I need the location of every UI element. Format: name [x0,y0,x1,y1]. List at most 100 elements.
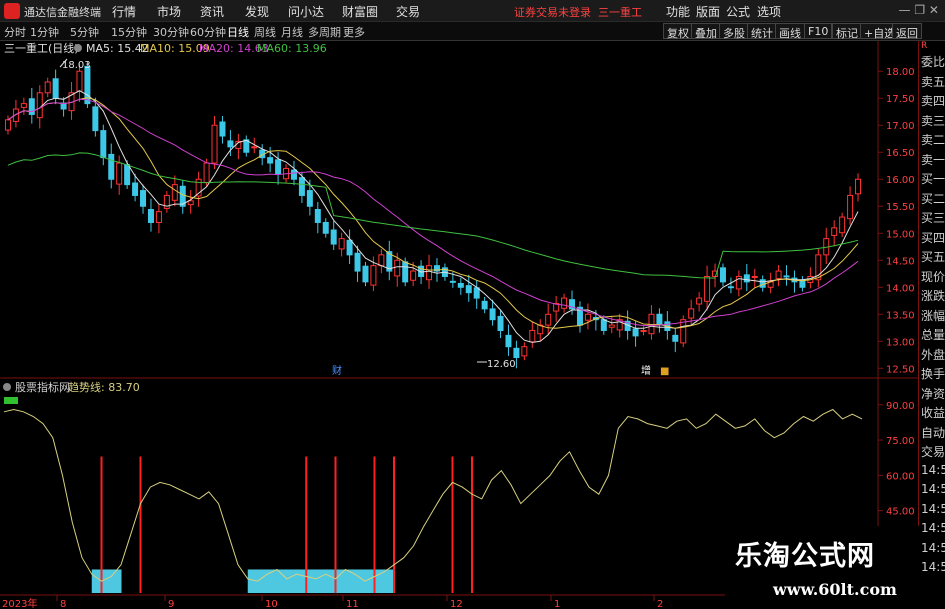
indicator-tick-label: 90.00 [886,401,915,412]
candle-body [124,164,131,186]
quote-item: 换手 [921,367,945,381]
indicator-fill-segment [306,569,317,593]
candle-body [600,319,607,331]
price-tick-label: 13.50 [886,310,915,321]
candle-body [211,124,218,164]
quote-item: 买三 [921,211,945,225]
period-60min[interactable]: 60分钟 [190,24,226,40]
candle-body [751,275,758,278]
btn-fuquan[interactable]: 复权 [663,23,693,40]
period-more[interactable]: 更多 [343,24,365,40]
btn-fanhui[interactable]: 返回 [892,23,922,40]
low-label: 12.60 [487,359,516,370]
candle-body [704,275,711,302]
menu-item-gongshi[interactable]: 公式 [726,3,750,20]
candle-body [187,200,194,206]
btn-diejia[interactable]: 叠加 [691,23,721,40]
candle-body [267,157,274,164]
high-label: 18.03 [62,60,91,71]
indicator-fill-segment [335,569,346,593]
btn-f10[interactable]: F10 [804,23,833,39]
candle-body [743,274,750,283]
menu-bar: 通达信金融终端 行情 市场 资讯 发现 问小达 财富圈 交易 证券交易未登录 三… [0,0,945,22]
candle-body [394,259,401,277]
stock-label: 三一重工(日线) [4,41,79,55]
price-tick-label: 14.00 [886,283,915,294]
price-tick-label: 15.00 [886,229,915,240]
indicator-fill-segment [355,569,366,593]
menu-item-faxian[interactable]: 发现 [245,3,269,20]
marker-zeng[interactable]: 增 [641,364,651,377]
quote-item: 卖五 [921,74,945,89]
window-controls[interactable]: — ❐ ✕ [899,3,939,17]
indicator-fill-segment [316,569,327,593]
price-tick-label: 12.50 [886,364,915,375]
period-1min[interactable]: 1分钟 [30,24,59,40]
menu-item-wenxiaoda[interactable]: 问小达 [288,3,324,20]
menu-item-banmian[interactable]: 版面 [696,3,720,20]
indicator-fill-segment [286,569,297,593]
btn-tongji[interactable]: 统计 [747,23,777,40]
menu-item-zixun[interactable]: 资讯 [200,3,224,20]
menu-item-xuanxiang[interactable]: 选项 [757,3,781,20]
candlestick-group [4,62,862,369]
quote-item: 14:50 [921,482,945,496]
candle-body [338,238,345,250]
candle-body [799,279,806,288]
candle-body [505,334,512,348]
period-daily[interactable]: 日线 [227,24,249,40]
app-logo-icon [4,3,20,19]
period-fenshi[interactable]: 分时 [4,24,26,40]
marker-cai[interactable]: 财 [332,364,342,377]
menu-item-gongneng[interactable]: 功能 [666,3,690,20]
month-tick-label: 12 [450,599,463,609]
candle-body [855,178,862,195]
price-tick-label: 18.00 [886,67,915,78]
quote-panel: R 委比 卖五 卖四 卖三 卖二 卖一 买一 买二 买三 买四 买五 现价 涨跌 涨幅 总量 外盘 换手 净资 收益… [918,41,945,609]
menu-item-shichang[interactable]: 市场 [157,3,181,20]
year-label: 2023年 [2,597,37,609]
menu-item-hangqing[interactable]: 行情 [112,3,136,20]
period-multi[interactable]: 多周期 [308,24,341,40]
price-tick-label: 15.50 [886,202,915,213]
btn-huaxian[interactable]: 画线 [775,23,805,40]
menu-item-caifuquan[interactable]: 财富圈 [342,3,378,20]
settings-gear-icon[interactable] [74,44,82,52]
price-tick-label: 14.50 [886,256,915,267]
period-15min[interactable]: 15分钟 [111,24,147,40]
indicator-fill-segment [345,569,356,593]
candle-body [608,324,615,328]
chart-canvas[interactable]: 18.00 17.50 17.00 16.50 16.00 15.50 15.00 14.50… [0,41,918,609]
candle-body [410,270,417,281]
candle-body [847,194,854,220]
candle-body [640,329,647,332]
quote-item: 卖三 [921,113,945,128]
btn-duogu[interactable]: 多股 [719,23,749,40]
period-weekly[interactable]: 周线 [254,24,276,40]
ma60-legend: MA60: 13.96 [257,42,327,55]
btn-biaoji[interactable]: 标记 [832,23,862,40]
period-monthly[interactable]: 月线 [281,24,303,40]
candle-body [775,270,782,280]
quote-item: 卖一 [921,152,945,167]
quote-item: 委比 [921,55,945,69]
candle-body [219,121,226,137]
menu-item-jiaoyi[interactable]: 交易 [396,3,420,20]
marker-square[interactable]: ■ [660,366,669,377]
candle-body [521,346,528,357]
period-30min[interactable]: 30分钟 [153,24,189,40]
quote-item: 14:50 [921,462,945,477]
indicator-fill-segment [384,569,395,593]
candle-body [696,297,703,305]
candle-body [92,106,99,132]
candle-body [76,70,83,92]
candle-body [362,265,369,283]
indicator-settings-icon[interactable] [3,383,11,391]
candle-body [330,229,337,245]
login-warning: 证券交易未登录 三一重工 [514,4,642,20]
chart-area[interactable]: 18.00 17.50 17.00 16.50 16.00 15.50 15.00 14.50… [0,41,918,609]
candle-body [298,177,305,196]
period-5min[interactable]: 5分钟 [70,24,99,40]
quote-item: 现价 [921,269,945,284]
indicator-tick-label: 45.00 [886,507,915,518]
